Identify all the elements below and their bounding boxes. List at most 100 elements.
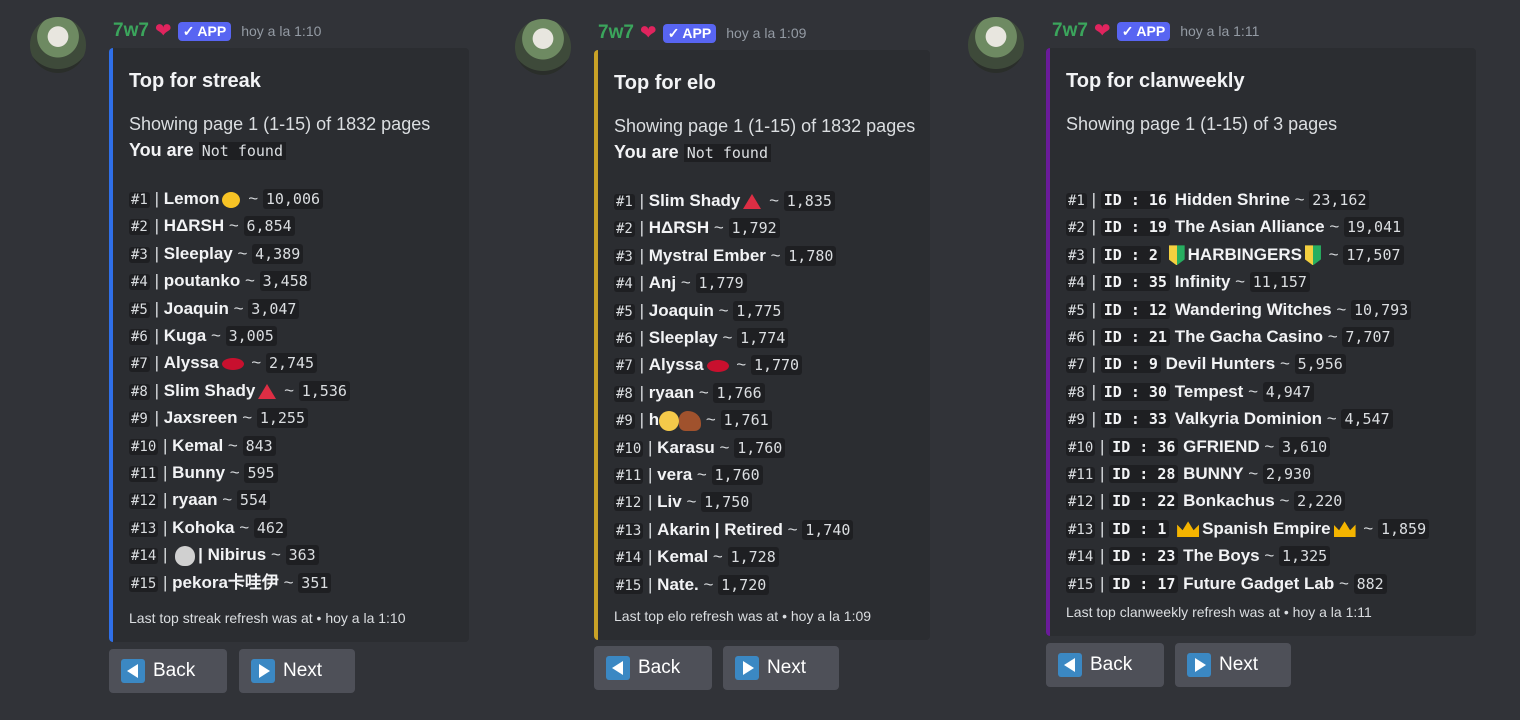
entry-value: 1,774 — [737, 328, 789, 349]
username[interactable]: 7w7 — [113, 20, 149, 42]
entry-name: Kuga — [163, 326, 207, 346]
rank: #12 — [1066, 494, 1096, 511]
table-row: #13 | Kohoka ~ 462 — [129, 515, 451, 542]
entry-name: poutanko — [163, 271, 241, 291]
entry-name: | Nibirus — [198, 545, 267, 565]
avatar[interactable] — [30, 17, 86, 73]
timestamp[interactable]: hoy a la 1:09 — [726, 25, 806, 41]
app-badge: ✓ APP — [1116, 21, 1171, 41]
red-triangle-icon — [258, 383, 277, 399]
table-row: #15 | ID : 17 Future Gadget Lab ~ 882 — [1066, 571, 1458, 598]
red-triangle-icon — [743, 194, 762, 210]
rank: #11 — [614, 468, 644, 485]
table-row: #6 | Kuga ~ 3,005 — [129, 323, 451, 350]
table-row: #10 | Kemal ~ 843 — [129, 433, 451, 460]
table-row: #1 | Slim Shady ~ 1,835 — [614, 188, 912, 215]
entry-name: HARBINGERS — [1187, 244, 1302, 264]
entry-value: 1,536 — [298, 380, 350, 401]
rank: #9 — [614, 413, 635, 430]
entry-value: 19,041 — [1343, 217, 1405, 238]
timestamp[interactable]: hoy a la 1:10 — [241, 23, 321, 39]
entry-name: Jaxsreen — [163, 408, 238, 428]
table-row: #11 | vera ~ 1,760 — [614, 462, 912, 489]
rank: #6 — [1066, 330, 1087, 347]
entry-name: Wandering Witches — [1174, 299, 1332, 319]
back-button[interactable]: Back — [1046, 643, 1164, 687]
rank: #10 — [614, 440, 644, 457]
table-row: #8 | ryaan ~ 1,766 — [614, 380, 912, 407]
crown-icon — [1333, 521, 1356, 538]
next-button[interactable]: Next — [239, 649, 355, 693]
rank: #7 — [1066, 357, 1087, 374]
table-row: #15 | pekora卡哇伊 ~ 351 — [129, 570, 451, 597]
entry-value: 3,047 — [248, 298, 300, 319]
table-row: #13 | ID : 1 Spanish Empire ~ 1,859 — [1066, 516, 1458, 543]
embed-clanweekly: Top for clanweekly Showing page 1 (1-15)… — [1046, 48, 1476, 636]
rank: #13 — [614, 522, 644, 539]
entry-name: Hidden Shrine — [1174, 190, 1290, 209]
back-button[interactable]: Back — [109, 649, 227, 693]
table-row: #3 | ID : 2 HARBINGERS ~ 17,507 — [1066, 242, 1458, 269]
entry-value: 1,760 — [711, 465, 763, 486]
entry-value: 3,610 — [1279, 436, 1331, 457]
entry-name: Sleeplay — [648, 328, 718, 348]
username[interactable]: 7w7 — [598, 22, 634, 44]
table-row: #4 | poutanko ~ 3,458 — [129, 268, 451, 295]
rank: #6 — [614, 331, 635, 348]
page-info: Showing page 1 (1-15) of 1832 pages — [129, 114, 431, 134]
entry-value: 1,761 — [720, 410, 772, 431]
next-button[interactable]: Next — [1175, 643, 1291, 687]
rank: #4 — [614, 276, 635, 293]
username[interactable]: 7w7 — [1052, 20, 1088, 42]
entry-value: 6,854 — [243, 216, 295, 237]
clan-id: ID : 35 — [1100, 273, 1170, 292]
table-row: #10 | ID : 36 GFRIEND ~ 3,610 — [1066, 434, 1458, 461]
timestamp[interactable]: hoy a la 1:11 — [1180, 23, 1259, 39]
embed-title: Top for elo — [614, 72, 716, 94]
check-icon: ✓ — [182, 22, 195, 39]
avatar[interactable] — [515, 19, 571, 75]
rank: #7 — [129, 356, 150, 373]
lips-icon — [221, 357, 244, 370]
table-row: #4 | Anj ~ 1,779 — [614, 270, 912, 297]
embed-accent-bar — [594, 50, 598, 640]
rank: #14 — [129, 548, 159, 565]
clan-id: ID : 23 — [1109, 547, 1179, 566]
entry-value: 2,930 — [1262, 464, 1315, 485]
rank: #1 — [129, 192, 150, 208]
rank: #5 — [129, 301, 150, 318]
entry-value: 1,792 — [728, 218, 780, 239]
entry-name: ryaan — [648, 382, 695, 402]
you-are-line: You are Not found — [129, 137, 451, 164]
rank: #13 — [129, 520, 159, 537]
you-are-line: You are Not found — [614, 139, 912, 166]
entry-value: 363 — [285, 545, 319, 566]
rank: #8 — [614, 385, 635, 402]
entry-value: 1,325 — [1279, 546, 1331, 567]
table-row: #11 | ID : 28 BUNNY ~ 2,930 — [1066, 461, 1458, 488]
entry-name: Future Gadget Lab — [1183, 573, 1335, 593]
table-row: #1 | ID : 16 Hidden Shrine ~ 23,162 — [1066, 187, 1458, 214]
entry-name: Valkyria Dominion — [1174, 409, 1323, 429]
clan-id: ID : 17 — [1109, 574, 1179, 593]
leaderboard-list: #1 | ID : 16 Hidden Shrine ~ 23,162 #2 | … — [1066, 187, 1458, 598]
table-row: #15 | Nate. ~ 1,720 — [614, 572, 912, 599]
entry-name: Joaquin — [648, 300, 714, 320]
entry-name: Infinity — [1174, 272, 1231, 292]
leaderboard-list: #1 | Slim Shady ~ 1,835 #2 | HΔRSH ~ 1,79… — [614, 188, 912, 599]
entry-name: The Boys — [1183, 546, 1260, 566]
rank: #7 — [614, 358, 635, 375]
entry-name: Karasu — [657, 437, 715, 457]
entry-name: Slim Shady — [648, 191, 741, 210]
table-row: #9 | ID : 33 Valkyria Dominion ~ 4,547 — [1066, 406, 1458, 433]
embed-footer: Last top elo refresh was at • hoy a la 1… — [614, 608, 872, 624]
next-button[interactable]: Next — [723, 646, 839, 690]
entry-value: 1,770 — [750, 355, 803, 376]
entry-value: 4,947 — [1262, 381, 1314, 402]
entry-name: Alyssa — [648, 355, 704, 375]
embed-footer: Last top clanweekly refresh was at • hoy… — [1066, 604, 1372, 620]
table-row: #7 | Alyssa ~ 2,745 — [129, 350, 451, 377]
entry-name: BUNNY — [1183, 464, 1244, 484]
avatar[interactable] — [968, 17, 1024, 73]
back-button[interactable]: Back — [594, 646, 712, 690]
